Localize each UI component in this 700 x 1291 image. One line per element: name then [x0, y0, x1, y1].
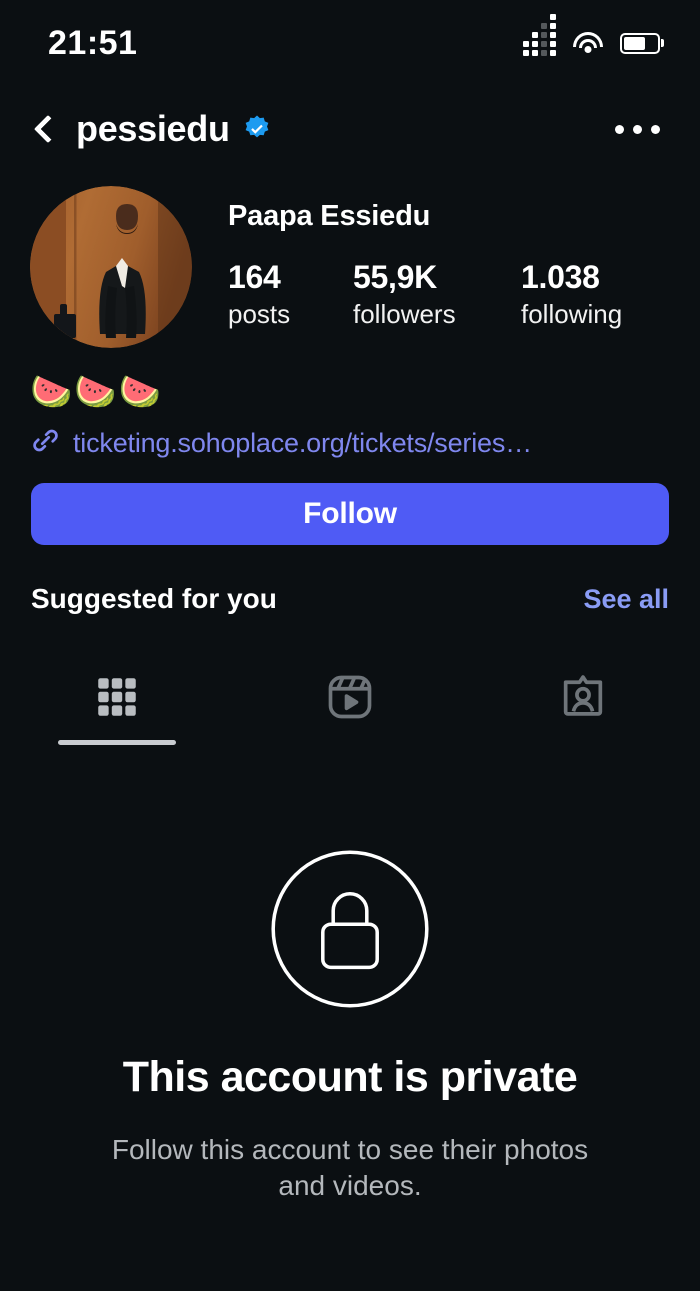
back-chevron-icon: [33, 114, 63, 144]
posts-count: 164: [228, 259, 281, 295]
grid-icon: [97, 678, 136, 717]
posts-label: posts: [228, 299, 291, 329]
profile-avatar[interactable]: [30, 186, 192, 348]
tagged-icon: [564, 675, 603, 717]
profile-summary: Paapa Essiedu 164 posts 55,9K followers …: [0, 172, 700, 348]
tab-active-indicator: [57, 740, 176, 746]
profile-fullname: Paapa Essiedu: [228, 200, 431, 232]
link-chain-icon: [30, 425, 61, 461]
bio-link-text[interactable]: ticketing.sohoplace.org/tickets/series…: [73, 428, 532, 459]
verified-badge-icon: [242, 114, 272, 144]
battery-icon: [620, 32, 660, 54]
profile-tabs: [0, 649, 700, 746]
suggested-cards: [0, 615, 700, 641]
private-subtitle: Follow this account to see their photos …: [111, 1134, 589, 1202]
followers-count: 55,9K: [353, 259, 437, 295]
suggested-title: Suggested for you: [31, 583, 277, 615]
wifi-icon: [572, 31, 604, 55]
back-button[interactable]: [18, 102, 72, 156]
following-count: 1.038: [521, 259, 600, 295]
see-all-link[interactable]: See all: [583, 584, 669, 615]
reels-icon: [328, 676, 372, 719]
lock-icon: [270, 849, 430, 1009]
status-bar: 21:51: [0, 0, 700, 86]
profile-bio: 🍉🍉🍉 ticketing.sohoplace.org/tickets/seri…: [0, 348, 700, 461]
tab-reels[interactable]: [233, 649, 466, 745]
header-username[interactable]: pessiedu: [76, 108, 230, 150]
bio-emoji-line: 🍉🍉🍉: [30, 373, 164, 411]
bio-link-row[interactable]: ticketing.sohoplace.org/tickets/series…: [30, 425, 670, 461]
stat-following[interactable]: 1.038 following: [521, 259, 622, 330]
instagram-profile-screen: 21:51 pessiedu Paapa Essiedu 164 posts 5…: [0, 0, 700, 1291]
followers-label: followers: [353, 299, 456, 329]
profile-actions: Follow: [0, 461, 700, 546]
profile-header: pessiedu: [0, 86, 700, 172]
cellular-signal-icon: [523, 14, 556, 56]
tab-grid[interactable]: [0, 649, 233, 746]
following-label: following: [521, 299, 623, 329]
follow-button[interactable]: Follow: [31, 483, 669, 546]
status-icon-group: [523, 14, 660, 56]
stat-followers[interactable]: 55,9K followers: [353, 259, 521, 330]
suggested-header: Suggested for you See all: [0, 545, 700, 615]
follow-button-label: Follow: [303, 497, 397, 531]
profile-stats: 164 posts 55,9K followers 1.038 followin…: [228, 259, 670, 330]
profile-info: Paapa Essiedu 164 posts 55,9K followers …: [192, 186, 670, 348]
stat-posts[interactable]: 164 posts: [228, 259, 353, 330]
private-title: This account is private: [122, 1053, 578, 1102]
status-clock: 21:51: [48, 23, 138, 62]
tab-tagged[interactable]: [467, 649, 700, 745]
private-account-notice: This account is private Follow this acco…: [0, 745, 700, 1204]
more-options-icon[interactable]: [609, 111, 666, 148]
